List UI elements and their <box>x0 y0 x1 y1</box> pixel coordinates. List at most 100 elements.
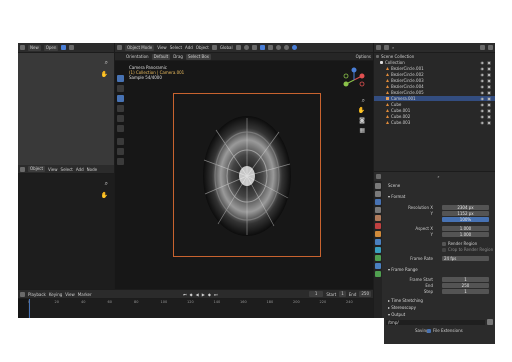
visibility-toggle-icon[interactable]: ◉ ▣ <box>480 114 492 119</box>
jump-start-icon[interactable]: ⏮ <box>183 292 187 297</box>
options-dropdown[interactable]: Options <box>356 54 371 59</box>
play-reverse-icon[interactable]: ◀ <box>196 292 199 297</box>
orientation-dropdown[interactable]: Default <box>151 53 171 60</box>
left-upper-editor[interactable]: ⌕ ✋ <box>18 53 114 165</box>
shading-rendered-icon[interactable] <box>291 45 297 50</box>
frame-rate-dropdown[interactable]: 24 fps <box>442 256 489 261</box>
current-frame-field[interactable]: 1 <box>308 291 324 297</box>
outliner-row[interactable]: BezierCircle.002 ◉ ▣ <box>374 72 495 77</box>
navigation-gizmo[interactable] <box>341 67 367 93</box>
proportional-edit-icon[interactable] <box>243 45 249 50</box>
pan-icon[interactable]: ✋ <box>101 192 108 199</box>
outliner-row[interactable]: BezierCircle.004 ◉ ▣ <box>374 84 495 89</box>
scene-tab-icon[interactable] <box>375 215 381 221</box>
open-button[interactable]: Open <box>43 44 59 51</box>
frame-range-header[interactable]: ▾ Frame Range <box>388 267 491 272</box>
measure-tool[interactable] <box>117 148 124 155</box>
overlay-icon[interactable] <box>259 45 265 50</box>
outliner-row[interactable]: Cube ◉ ▣ <box>374 102 495 107</box>
menu-object[interactable]: Object <box>196 45 209 50</box>
outliner-row[interactable]: BezierCircle.005 ◉ ▣ <box>374 90 495 95</box>
zoom-icon[interactable]: ⌕ <box>105 180 108 188</box>
editor-type-icon[interactable] <box>20 291 25 297</box>
crop-checkbox[interactable] <box>442 247 446 252</box>
menu-marker[interactable]: Marker <box>78 292 92 297</box>
transform-tool[interactable] <box>117 125 124 132</box>
link-icon[interactable] <box>61 45 67 50</box>
prev-key-icon[interactable]: ◆ <box>190 292 193 297</box>
menu-keying[interactable]: Keying <box>49 292 62 297</box>
editor-type-icon[interactable] <box>20 45 25 50</box>
outliner-row[interactable]: BezierCircle.003 ◉ ▣ <box>374 78 495 83</box>
render-region-checkbox[interactable] <box>442 241 446 246</box>
visibility-toggle-icon[interactable]: ◉ ▣ <box>480 60 492 65</box>
outliner-row[interactable]: Cube.002 ◉ ▣ <box>374 114 495 119</box>
shading-solid-icon[interactable] <box>275 45 281 50</box>
tool-tab-icon[interactable] <box>375 183 381 189</box>
modifier-tab-icon[interactable] <box>375 239 381 245</box>
menu-view[interactable]: View <box>48 167 58 172</box>
format-header[interactable]: ▾ Format <box>388 194 491 199</box>
editor-type-icon[interactable] <box>117 45 122 50</box>
editor-type-icon[interactable] <box>20 166 25 172</box>
node-editor[interactable]: ⌕ ✋ <box>18 174 114 289</box>
visibility-toggle-icon[interactable]: ◉ ▣ <box>480 66 492 71</box>
select-box-tool[interactable] <box>117 75 124 82</box>
menu-select[interactable]: Select <box>170 45 182 50</box>
filter-icon[interactable] <box>480 45 485 50</box>
resolution-y-field[interactable]: 1152 px <box>442 211 489 216</box>
transform-orientation-icon[interactable] <box>211 45 217 50</box>
display-mode-icon[interactable] <box>384 45 389 50</box>
shading-material-icon[interactable] <box>283 45 289 50</box>
stereoscopy-header[interactable]: ▸ Stereoscopy <box>388 305 491 310</box>
end-field[interactable]: 250 <box>442 283 489 288</box>
new-collection-icon[interactable] <box>488 45 493 50</box>
step-field[interactable]: 1 <box>442 289 489 294</box>
world-tab-icon[interactable] <box>375 223 381 229</box>
visibility-toggle-icon[interactable]: ◉ ▣ <box>480 78 492 83</box>
end-field[interactable]: 250 <box>359 291 371 297</box>
play-icon[interactable]: ▶ <box>202 292 205 297</box>
object-tab-icon[interactable] <box>375 231 381 237</box>
zoom-icon[interactable]: ⌕ <box>105 59 108 67</box>
snap-icon[interactable] <box>235 45 241 50</box>
object-dropdown[interactable]: Object <box>28 166 46 172</box>
mode-dropdown[interactable]: Object Mode <box>125 44 155 51</box>
timeline-area[interactable]: 020406080100120140160180200220240 <box>18 299 373 318</box>
physics-tab-icon[interactable] <box>375 255 381 261</box>
search-icon[interactable]: ⌕ <box>392 45 394 50</box>
menu-view[interactable]: View <box>157 45 167 50</box>
visibility-toggle-icon[interactable]: ◉ ▣ <box>480 84 492 89</box>
annotate-tool[interactable] <box>117 138 124 145</box>
menu-select[interactable]: Select <box>61 167 73 172</box>
search-icon[interactable]: ⌕ <box>437 174 439 179</box>
menu-add[interactable]: Add <box>185 45 193 50</box>
resolution-x-field[interactable]: 2304 px <box>442 205 489 210</box>
visibility-toggle-icon[interactable]: ◉ ▣ <box>480 96 492 101</box>
next-key-icon[interactable]: ◆ <box>208 292 211 297</box>
visibility-toggle-icon[interactable]: ◉ ▣ <box>480 90 492 95</box>
playhead[interactable] <box>29 299 30 318</box>
camera-view-icon[interactable]: ◙ <box>359 117 365 124</box>
menu-playback[interactable]: Playback <box>28 292 46 297</box>
jump-end-icon[interactable]: ⏭ <box>214 292 218 297</box>
time-stretching-header[interactable]: ▸ Time Stretching <box>388 298 491 303</box>
outliner-row[interactable]: Cube.001 ◉ ▣ <box>374 108 495 113</box>
outliner-row[interactable]: Cube.003 ◉ ▣ <box>374 120 495 125</box>
pin-icon[interactable] <box>69 45 75 50</box>
menu-view[interactable]: View <box>65 292 75 297</box>
visibility-icon[interactable] <box>251 45 257 50</box>
cursor-tool[interactable] <box>117 85 124 92</box>
pan-icon[interactable]: ✋ <box>101 71 108 78</box>
menu-add[interactable]: Add <box>76 167 84 172</box>
frame-start-field[interactable]: 1 <box>442 277 489 282</box>
output-path-field[interactable]: /tmp/ <box>386 320 485 325</box>
menu-node[interactable]: Node <box>87 167 97 172</box>
aspect-x-field[interactable]: 1.000 <box>442 226 489 231</box>
aspect-y-field[interactable]: 1.000 <box>442 232 489 237</box>
render-tab-icon[interactable] <box>375 191 381 197</box>
output-header[interactable]: ▾ Output <box>388 312 491 317</box>
transform-dropdown[interactable]: Global <box>220 45 233 50</box>
rotate-tool[interactable] <box>117 105 124 112</box>
perspective-icon[interactable]: ▦ <box>359 127 365 134</box>
